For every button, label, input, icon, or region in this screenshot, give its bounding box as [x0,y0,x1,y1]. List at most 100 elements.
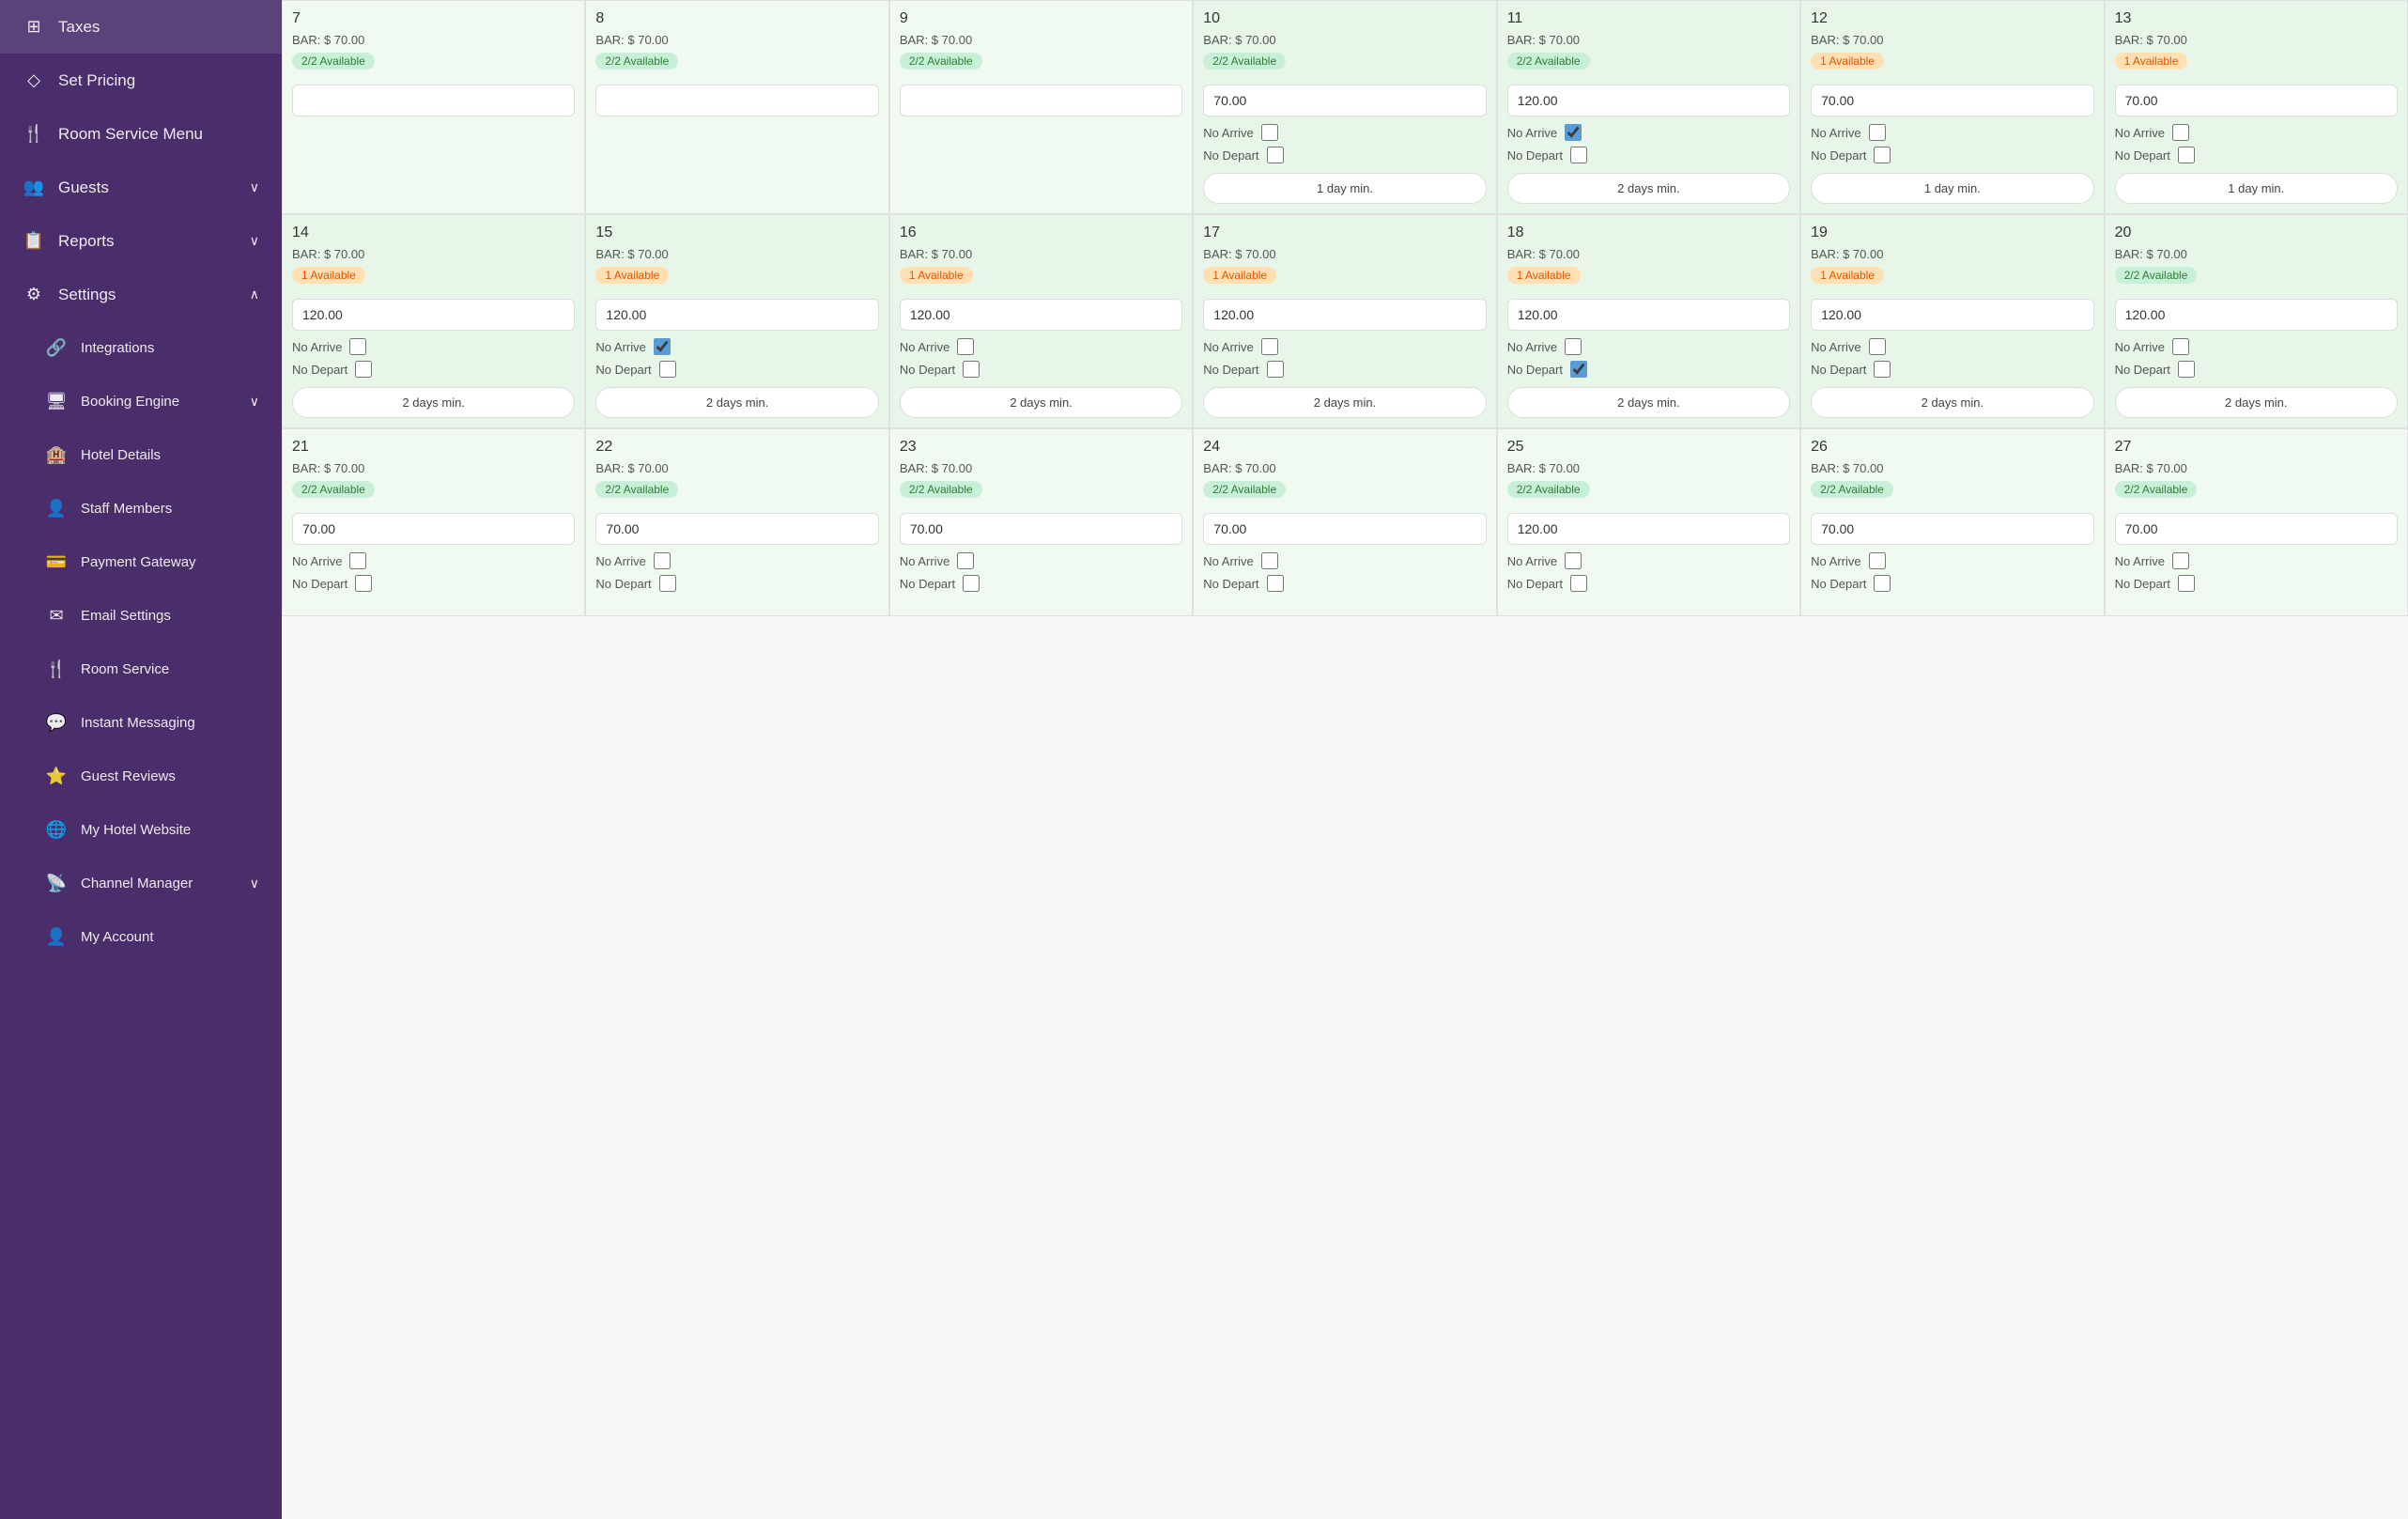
no-depart-checkbox-10[interactable] [1267,147,1284,163]
no-depart-row-14: No Depart [292,361,575,378]
sidebar-item-instant-messaging[interactable]: 💬Instant Messaging [0,696,282,750]
sidebar-item-room-service-menu[interactable]: 🍴Room Service Menu [0,107,282,161]
min-days-btn-17[interactable]: 2 days min. [1203,387,1486,418]
price-input-21[interactable] [292,513,575,545]
no-depart-label-15: No Depart [595,363,651,377]
min-days-btn-11[interactable]: 2 days min. [1507,173,1790,204]
sidebar-item-hotel-details[interactable]: 🏨Hotel Details [0,428,282,482]
no-arrive-checkbox-21[interactable] [349,552,366,569]
price-input-11[interactable] [1507,85,1790,116]
min-days-btn-16[interactable]: 2 days min. [900,387,1182,418]
price-input-7[interactable] [292,85,575,116]
bar-price-19: BAR: $ 70.00 [1811,247,2093,261]
price-input-9[interactable] [900,85,1182,116]
sidebar-item-my-hotel-website[interactable]: 🌐My Hotel Website [0,803,282,857]
no-arrive-checkbox-22[interactable] [654,552,671,569]
no-arrive-checkbox-23[interactable] [957,552,974,569]
no-arrive-checkbox-18[interactable] [1565,338,1582,355]
min-days-btn-15[interactable]: 2 days min. [595,387,878,418]
no-depart-checkbox-25[interactable] [1570,575,1587,592]
no-arrive-checkbox-15[interactable] [654,338,671,355]
price-input-19[interactable] [1811,299,2093,331]
price-input-14[interactable] [292,299,575,331]
sidebar-item-settings[interactable]: ⚙Settings∧ [0,268,282,321]
price-input-8[interactable] [595,85,878,116]
no-depart-checkbox-19[interactable] [1874,361,1891,378]
min-days-btn-10[interactable]: 1 day min. [1203,173,1486,204]
no-depart-checkbox-21[interactable] [355,575,372,592]
price-input-12[interactable] [1811,85,2093,116]
no-arrive-checkbox-24[interactable] [1261,552,1278,569]
no-depart-checkbox-23[interactable] [963,575,980,592]
price-input-23[interactable] [900,513,1182,545]
sidebar-item-booking-engine[interactable]: 🖥Booking Engine∨ [0,375,282,428]
no-arrive-label-12: No Arrive [1811,126,1860,140]
sidebar-item-email-settings[interactable]: ✉Email Settings [0,589,282,643]
no-arrive-checkbox-10[interactable] [1261,124,1278,141]
price-input-20[interactable] [2115,299,2398,331]
sidebar-item-guests[interactable]: 👥Guests∨ [0,161,282,214]
no-arrive-checkbox-20[interactable] [2172,338,2189,355]
sidebar-label-my-account: My Account [81,929,154,945]
price-input-15[interactable] [595,299,878,331]
no-arrive-checkbox-19[interactable] [1869,338,1886,355]
min-days-btn-13[interactable]: 1 day min. [2115,173,2398,204]
sidebar-item-reports[interactable]: 📋Reports∨ [0,214,282,268]
min-days-btn-12[interactable]: 1 day min. [1811,173,2093,204]
no-arrive-checkbox-13[interactable] [2172,124,2189,141]
no-arrive-checkbox-26[interactable] [1869,552,1886,569]
price-input-24[interactable] [1203,513,1486,545]
no-depart-row-13: No Depart [2115,147,2398,163]
no-depart-checkbox-22[interactable] [659,575,676,592]
no-depart-row-18: No Depart [1507,361,1790,378]
min-days-btn-19[interactable]: 2 days min. [1811,387,2093,418]
no-depart-checkbox-16[interactable] [963,361,980,378]
sidebar-item-my-account[interactable]: 👤My Account [0,910,282,964]
no-depart-row-17: No Depart [1203,361,1486,378]
price-input-18[interactable] [1507,299,1790,331]
bar-price-20: BAR: $ 70.00 [2115,247,2398,261]
no-depart-checkbox-26[interactable] [1874,575,1891,592]
no-arrive-checkbox-25[interactable] [1565,552,1582,569]
sidebar-item-integrations[interactable]: 🔗Integrations [0,321,282,375]
price-input-25[interactable] [1507,513,1790,545]
no-arrive-checkbox-14[interactable] [349,338,366,355]
sidebar-item-payment-gateway[interactable]: 💳Payment Gateway [0,535,282,589]
no-depart-checkbox-20[interactable] [2178,361,2195,378]
price-input-26[interactable] [1811,513,2093,545]
day-cell-10: 10BAR: $ 70.002/2 AvailableNo ArriveNo D… [1193,0,1496,214]
min-days-btn-18[interactable]: 2 days min. [1507,387,1790,418]
day-cell-27: 27BAR: $ 70.002/2 AvailableNo ArriveNo D… [2105,428,2408,616]
price-input-10[interactable] [1203,85,1486,116]
sidebar-item-staff-members[interactable]: 👤Staff Members [0,482,282,535]
no-depart-checkbox-27[interactable] [2178,575,2195,592]
price-input-13[interactable] [2115,85,2398,116]
price-input-16[interactable] [900,299,1182,331]
no-arrive-checkbox-27[interactable] [2172,552,2189,569]
no-depart-checkbox-13[interactable] [2178,147,2195,163]
price-input-22[interactable] [595,513,878,545]
no-depart-checkbox-11[interactable] [1570,147,1587,163]
chevron-guests: ∨ [250,179,259,195]
no-depart-checkbox-14[interactable] [355,361,372,378]
no-depart-checkbox-24[interactable] [1267,575,1284,592]
sidebar-item-set-pricing[interactable]: ◇Set Pricing [0,54,282,107]
room-service-icon: 🍴 [45,659,68,679]
no-depart-checkbox-12[interactable] [1874,147,1891,163]
no-arrive-checkbox-12[interactable] [1869,124,1886,141]
no-arrive-checkbox-16[interactable] [957,338,974,355]
price-input-27[interactable] [2115,513,2398,545]
no-depart-label-12: No Depart [1811,148,1866,163]
no-depart-checkbox-17[interactable] [1267,361,1284,378]
sidebar-item-taxes[interactable]: ⊞Taxes [0,0,282,54]
no-arrive-checkbox-17[interactable] [1261,338,1278,355]
no-arrive-checkbox-11[interactable] [1565,124,1582,141]
sidebar-item-guest-reviews[interactable]: ⭐Guest Reviews [0,750,282,803]
no-depart-checkbox-18[interactable] [1570,361,1587,378]
min-days-btn-20[interactable]: 2 days min. [2115,387,2398,418]
no-depart-checkbox-15[interactable] [659,361,676,378]
min-days-btn-14[interactable]: 2 days min. [292,387,575,418]
sidebar-item-channel-manager[interactable]: 📡Channel Manager∨ [0,857,282,910]
sidebar-item-room-service[interactable]: 🍴Room Service [0,643,282,696]
price-input-17[interactable] [1203,299,1486,331]
